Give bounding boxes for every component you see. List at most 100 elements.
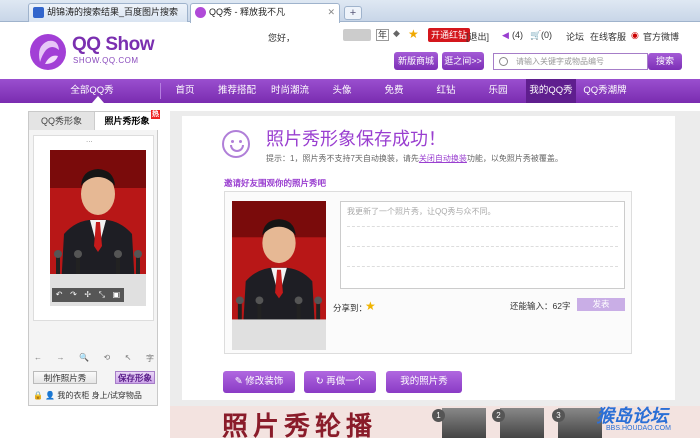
carousel-thumb[interactable] (442, 408, 486, 438)
wand-icon: ✎ (234, 376, 246, 387)
tab-photo-avatar[interactable]: 照片秀形象 热 (95, 110, 160, 130)
dashed-line (347, 226, 618, 227)
weibo-link[interactable]: 官方微博 (643, 30, 679, 43)
avatar-preview-frame: ... ↶ ↷ ✢ ⤡ ▣ (33, 135, 154, 321)
new-tab-button[interactable]: + (344, 6, 362, 20)
carousel-thumb[interactable] (500, 408, 544, 438)
photo-edit-toolbar: ↶ ↷ ✢ ⤡ ▣ (52, 288, 124, 302)
qqshow-favicon-icon (195, 7, 206, 18)
main-nav: 全部QQ秀 首页 推荐搭配 时尚潮流 头像 免费 红钻 乐园 我的QQ秀 QQ秀… (0, 79, 700, 103)
text-icon[interactable]: 字 (146, 353, 154, 365)
rotate-icon[interactable]: ⟲ (104, 353, 111, 365)
browser-tab-qqshow[interactable]: QQ秀 - 释放我不凡 ✕ (190, 3, 340, 23)
nav-fashion[interactable]: 时尚潮流 (266, 79, 314, 103)
resize-icon[interactable]: ⤡ (99, 288, 105, 302)
nav-red-diamond[interactable]: 红钻 (424, 79, 468, 103)
nav-divider (160, 83, 161, 99)
close-auto-dress-link[interactable]: 关闭自动换装 (419, 154, 467, 163)
qzone-star-icon[interactable]: ★ (365, 299, 376, 313)
make-photo-button[interactable]: 制作照片秀 (33, 371, 97, 384)
forum-link[interactable]: 论坛 (566, 30, 584, 43)
nav-qqshow-brand[interactable]: QQ秀潮牌 (580, 79, 630, 103)
carousel-index[interactable]: 3 (552, 409, 565, 422)
carousel-index[interactable]: 1 (432, 409, 445, 422)
lock-icon: 🔒 (33, 391, 43, 400)
avatar-toolrow: ← → 🔍 ⟲ ↖ 字 (34, 353, 154, 365)
page-title: 照片秀形象保存成功！ (266, 129, 446, 149)
pointer-icon[interactable]: ↖ (125, 353, 132, 365)
tab-label: 照片秀形象 (104, 116, 150, 126)
share-photo (232, 201, 326, 350)
redo-icon[interactable]: ↷ (70, 288, 77, 302)
textarea-placeholder: 我更新了一个照片秀，让QQ秀与众不同。 (347, 207, 496, 216)
remaining-chars: 还能输入：62字 (510, 301, 571, 311)
nav-my-qqshow[interactable]: 我的QQ秀 (526, 79, 576, 103)
browser-tab-bar: 胡锦涛的搜索结果_百度图片搜索 QQ秀 - 释放我不凡 ✕ + (0, 0, 700, 23)
tip-prefix: 提示：1，照片秀不支持7天自动换装，请先 (266, 154, 419, 163)
left-avatar-panel: QQ秀形象 照片秀形象 热 ... ↶ ↷ ✢ ⤡ ▣ ← → 🔍 ⟲ ↖ 字 … (28, 110, 160, 406)
refresh-icon: ↻ (315, 376, 327, 387)
tab-label: QQ秀 - 释放我不凡 (209, 7, 285, 17)
nav-caret-icon (92, 96, 104, 103)
person-icon: 👤 (45, 391, 56, 400)
make-another-button[interactable]: ↻ 再做一个 (304, 371, 376, 393)
vip-star-icon: ★ (408, 27, 419, 41)
close-icon[interactable]: ✕ (327, 4, 335, 21)
logo-text: QQ Show (72, 34, 155, 55)
edit-decoration-button[interactable]: ✎ 修改装饰 (223, 371, 295, 393)
year-badge: 年 (376, 29, 390, 41)
search-input[interactable]: 请输入关键字或物品编号 (493, 53, 648, 70)
share-textarea[interactable]: 我更新了一个照片秀，让QQ秀与众不同。 (340, 201, 625, 289)
open-red-diamond-button[interactable]: 开通红钻 (428, 28, 471, 42)
browser-tab-baidu[interactable]: 胡锦涛的搜索结果_百度图片搜索 (28, 3, 188, 22)
nav-avatar[interactable]: 头像 (320, 79, 364, 103)
wardrobe-links: 🔒 👤 我的衣柜 身上/试穿物品 (33, 390, 157, 402)
move-icon[interactable]: ✢ (84, 288, 91, 302)
my-photo-show-button[interactable]: 我的照片秀 (386, 371, 462, 393)
user-level-badge (343, 29, 371, 41)
tab-label: 胡锦涛的搜索结果_百度图片搜索 (47, 7, 179, 17)
arrow-right-icon[interactable]: → (57, 353, 65, 365)
smile-icon (222, 130, 250, 158)
stroll-button[interactable]: 逛之间>> (442, 52, 484, 70)
watermark-url: BBS.HOUDAO.COM (606, 425, 671, 432)
ellipsis-handle[interactable]: ... (86, 135, 93, 144)
tab-qqshow-avatar[interactable]: QQ秀形象 (29, 112, 95, 130)
nav-free[interactable]: 免费 (372, 79, 416, 103)
invite-heading: 邀请好友围观你的照片秀吧 (224, 178, 327, 188)
new-mall-button[interactable]: 新版商城>> (394, 52, 438, 84)
search-button[interactable]: 搜索 (648, 53, 682, 70)
search-icon (499, 57, 508, 66)
search-placeholder: 请输入关键字或物品编号 (516, 57, 604, 66)
greeting: 您好， (268, 33, 296, 43)
qqshow-logo[interactable]: QQ Show SHOW.QQ.COM (28, 30, 168, 74)
baidu-favicon-icon (33, 7, 44, 18)
weibo-icon: ◉ (631, 30, 639, 40)
dashed-line (347, 266, 618, 267)
nav-paradise[interactable]: 乐园 (476, 79, 520, 103)
nav-home[interactable]: 首页 (166, 79, 204, 103)
carousel-index[interactable]: 2 (492, 409, 505, 422)
dashed-line (347, 246, 618, 247)
share-box: 我更新了一个照片秀，让QQ秀与众不同。 分享到： ★ 还能输入：62字 发表 (224, 191, 632, 354)
save-avatar-button[interactable]: 保存形象 (115, 371, 155, 384)
logout-link[interactable]: [退出] (466, 30, 489, 43)
cart-count[interactable]: (0) (541, 30, 552, 40)
publish-button[interactable]: 发表 (577, 298, 625, 311)
smile-mouth (230, 145, 244, 152)
page: 胡锦涛的搜索结果_百度图片搜索 QQ秀 - 释放我不凡 ✕ + QQ Show … (0, 0, 700, 438)
tip-suffix: 功能，以免照片秀被覆盖。 (466, 154, 563, 163)
arrow-left-icon[interactable]: ← (34, 353, 42, 365)
nav-recommend[interactable]: 推荐搭配 (212, 79, 262, 103)
zoom-icon[interactable]: 🔍 (79, 353, 89, 365)
wardrobe-link[interactable]: 我的衣柜 身上/试穿物品 (57, 391, 141, 400)
cart-icon: 🛒 (530, 30, 542, 40)
service-link[interactable]: 在线客服 (590, 30, 626, 43)
banner-title: 照片秀轮播 (222, 411, 378, 438)
undo-icon[interactable]: ↶ (56, 288, 63, 302)
button-label: 再做一个 (326, 376, 365, 387)
message-count[interactable]: (4) (512, 30, 523, 40)
qqshow-logo-icon (30, 34, 66, 70)
tip-text: 提示：1，照片秀不支持7天自动换装，请先关闭自动换装功能，以免照片秀被覆盖。 (266, 153, 563, 164)
delete-icon[interactable]: ▣ (113, 288, 121, 302)
